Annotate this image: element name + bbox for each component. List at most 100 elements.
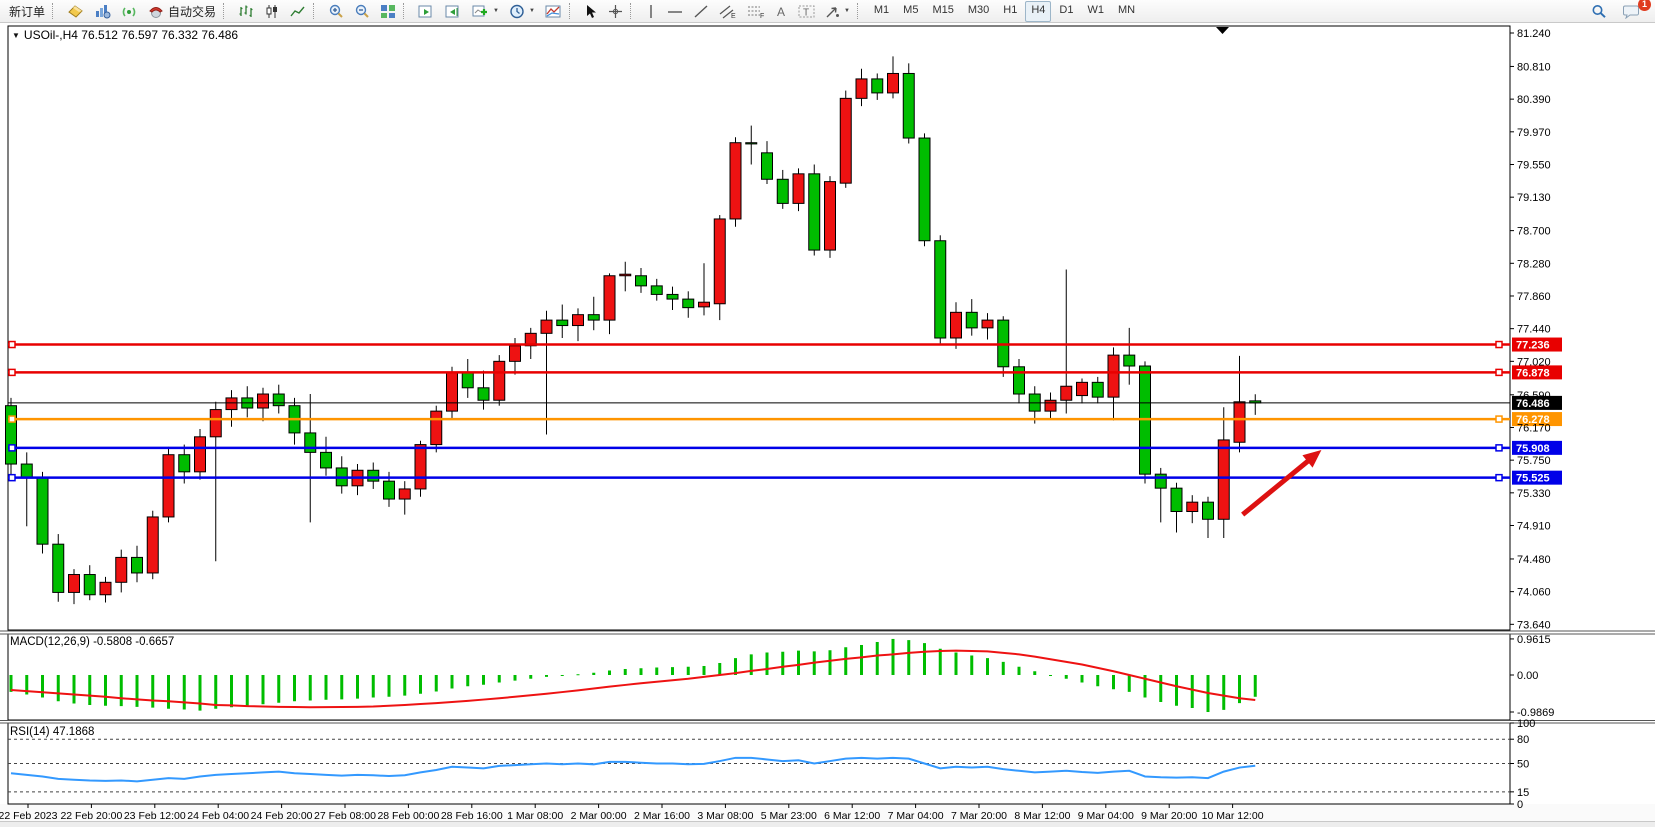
chart-header: ▼USOil-,H4 76.512 76.597 76.332 76.486 (12, 28, 238, 42)
chart-window: 77.23676.87876.48676.27875.90875.52581.2… (0, 23, 1655, 827)
macd-indicator-label: MACD(12,26,9) -0.5808 -0.6657 (10, 636, 174, 648)
cursor-icon[interactable] (579, 2, 603, 20)
notification-badge: 1 (1638, 0, 1651, 11)
svg-text:24 Feb 20:00: 24 Feb 20:00 (251, 810, 313, 822)
new-chart-button[interactable]: ▼ (467, 2, 504, 20)
svg-text:76.878: 76.878 (1516, 367, 1550, 379)
svg-text:7 Mar 04:00: 7 Mar 04:00 (888, 810, 944, 822)
svg-text:74.910: 74.910 (1517, 521, 1551, 533)
svg-text:79.550: 79.550 (1517, 159, 1551, 171)
svg-text:10 Mar 12:00: 10 Mar 12:00 (1202, 810, 1264, 822)
toolbar-separator (403, 3, 409, 19)
svg-text:81.240: 81.240 (1517, 28, 1551, 40)
svg-text:76.170: 76.170 (1517, 422, 1551, 434)
svg-text:28 Feb 00:00: 28 Feb 00:00 (377, 810, 439, 822)
toolbar-separator (52, 3, 58, 19)
chart-autoscroll-icon[interactable] (440, 2, 467, 20)
svg-text:75.525: 75.525 (1516, 473, 1550, 485)
toolbar-separator (223, 3, 229, 19)
svg-text:77.236: 77.236 (1516, 340, 1550, 352)
autotrade-button[interactable]: 自动交易 (143, 2, 221, 20)
svg-text:27 Feb 08:00: 27 Feb 08:00 (314, 810, 376, 822)
svg-text:78.280: 78.280 (1517, 258, 1551, 270)
collapse-caret-icon[interactable]: ▼ (12, 31, 20, 40)
timeframe-m30[interactable]: M30 (962, 1, 995, 22)
svg-text:80: 80 (1517, 734, 1529, 746)
rsi-indicator-label: RSI(14) 47.1868 (10, 726, 94, 738)
svg-text:79.970: 79.970 (1517, 127, 1551, 139)
svg-text:79.130: 79.130 (1517, 192, 1551, 204)
svg-text:74.480: 74.480 (1517, 554, 1551, 566)
vertical-line-tool-icon[interactable] (640, 2, 662, 20)
svg-text:0: 0 (1517, 799, 1523, 811)
price-chart[interactable]: 77.23676.87876.48676.27875.90875.52581.2… (0, 23, 1655, 827)
crosshair-icon[interactable] (603, 2, 628, 20)
svg-text:0.00: 0.00 (1517, 670, 1538, 682)
market-watch-icon[interactable] (89, 2, 116, 20)
equidistant-channel-tool-icon[interactable]: E (714, 2, 742, 20)
svg-text:5 Mar 23:00: 5 Mar 23:00 (761, 810, 817, 822)
candlestick-chart-icon[interactable] (259, 2, 285, 20)
chart-ohlc-values: 76.512 76.597 76.332 76.486 (81, 28, 238, 42)
timeframe-h1[interactable]: H1 (997, 1, 1023, 22)
svg-text:76.590: 76.590 (1517, 390, 1551, 402)
svg-text:1 Mar 08:00: 1 Mar 08:00 (507, 810, 563, 822)
zoom-in-icon[interactable] (323, 2, 349, 20)
indicators-icon[interactable] (540, 2, 567, 20)
zoom-out-icon[interactable] (349, 2, 375, 20)
fibonacci-tool-icon[interactable]: F (742, 2, 770, 20)
svg-text:75.330: 75.330 (1517, 488, 1551, 500)
dropdown-caret-icon: ▼ (493, 8, 499, 14)
svg-text:3 Mar 08:00: 3 Mar 08:00 (697, 810, 753, 822)
svg-text:100: 100 (1517, 718, 1535, 730)
arrows-tool-button[interactable]: ▼ (820, 2, 855, 20)
svg-text:15: 15 (1517, 787, 1529, 799)
timeframe-m5[interactable]: M5 (897, 1, 924, 22)
signals-icon[interactable] (116, 2, 143, 20)
autotrade-label: 自动交易 (168, 3, 216, 20)
toolbar-separator (857, 3, 863, 19)
timeframe-d1[interactable]: D1 (1053, 1, 1079, 22)
new-order-button[interactable]: 新订单 (4, 2, 50, 20)
periods-button[interactable]: ▼ (504, 2, 540, 20)
tile-windows-icon[interactable] (375, 2, 401, 20)
toolbar-separator (630, 3, 636, 19)
svg-text:6 Mar 12:00: 6 Mar 12:00 (824, 810, 880, 822)
svg-text:78.700: 78.700 (1517, 226, 1551, 238)
text-label-tool-icon[interactable]: T (793, 2, 820, 20)
horizontal-line-tool-icon[interactable] (662, 2, 688, 20)
text-tool-icon[interactable]: A (770, 2, 793, 20)
svg-text:77.440: 77.440 (1517, 324, 1551, 336)
svg-text:24 Feb 04:00: 24 Feb 04:00 (187, 810, 249, 822)
svg-text:7 Mar 20:00: 7 Mar 20:00 (951, 810, 1007, 822)
main-toolbar: 新订单 自动交易 ▼ ▼ (0, 0, 1655, 23)
chart-shift-icon[interactable] (413, 2, 440, 20)
svg-text:77.860: 77.860 (1517, 291, 1551, 303)
svg-text:23 Feb 12:00: 23 Feb 12:00 (124, 810, 186, 822)
trendline-tool-icon[interactable] (688, 2, 714, 20)
svg-text:9 Mar 04:00: 9 Mar 04:00 (1078, 810, 1134, 822)
new-chart-icon (472, 4, 489, 19)
bar-chart-icon[interactable] (233, 2, 259, 20)
timeframe-h4[interactable]: H4 (1025, 1, 1051, 22)
svg-text:73.640: 73.640 (1517, 619, 1551, 631)
search-icon[interactable] (1586, 2, 1612, 20)
timeframe-mn[interactable]: MN (1112, 1, 1141, 22)
timeframe-m15[interactable]: M15 (926, 1, 959, 22)
svg-text:50: 50 (1517, 759, 1529, 771)
clock-icon (509, 4, 525, 19)
notifications-button[interactable]: 1 (1618, 2, 1645, 20)
gold-icon[interactable] (62, 2, 89, 20)
svg-text:28 Feb 16:00: 28 Feb 16:00 (441, 810, 503, 822)
timeframe-m1[interactable]: M1 (868, 1, 895, 22)
svg-text:75.908: 75.908 (1516, 443, 1550, 455)
svg-text:80.390: 80.390 (1517, 94, 1551, 106)
arrows-tool-icon (825, 4, 840, 19)
svg-text:E: E (731, 13, 736, 19)
timeframe-w1[interactable]: W1 (1081, 1, 1110, 22)
line-chart-icon[interactable] (285, 2, 311, 20)
svg-text:22 Feb 20:00: 22 Feb 20:00 (60, 810, 122, 822)
dropdown-caret-icon: ▼ (529, 8, 535, 14)
svg-text:2 Mar 00:00: 2 Mar 00:00 (571, 810, 627, 822)
svg-text:22 Feb 2023: 22 Feb 2023 (0, 810, 58, 822)
